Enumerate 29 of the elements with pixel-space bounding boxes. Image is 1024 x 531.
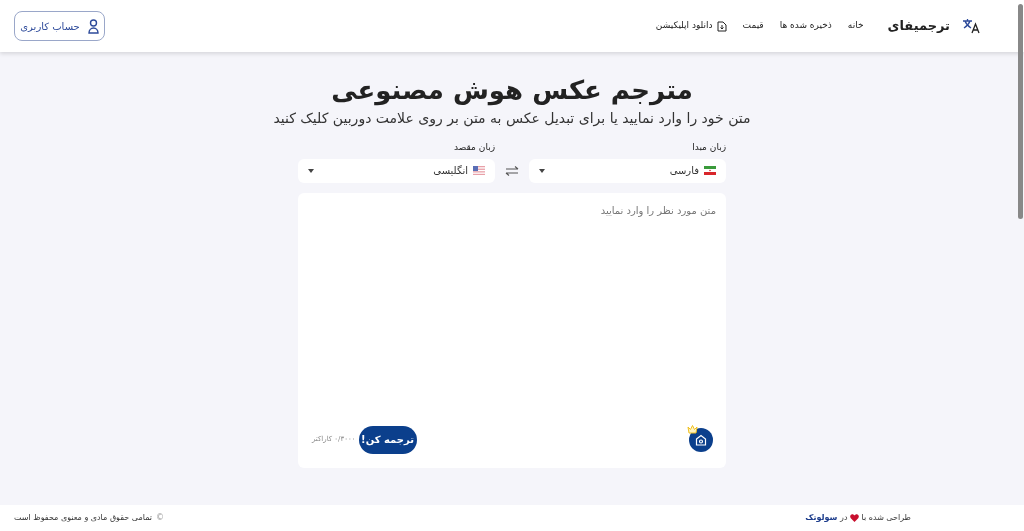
dropdown-caret-icon <box>308 168 314 173</box>
camera-button[interactable] <box>689 427 713 452</box>
company-link[interactable]: سولوتک <box>805 513 838 522</box>
language-select[interactable]: انگلیسی <box>298 158 495 183</box>
nav-link[interactable]: ذخیره شده ها <box>779 19 832 33</box>
download-app-link[interactable]: دانلود اپلیکیشن <box>655 19 727 33</box>
translate-button[interactable]: ترجمه کن! <box>358 425 417 454</box>
language-label: زبان مبدا <box>691 141 726 154</box>
brand-name[interactable]: ترجمیفای <box>887 16 950 36</box>
download-icon <box>716 20 727 32</box>
translate-icon <box>962 18 980 34</box>
iran-flag-icon <box>704 166 716 175</box>
copyright-text: تمامی حقوق مادی و معنوی محفوظ است <box>14 512 152 524</box>
scrollbar[interactable] <box>1018 4 1023 219</box>
account-button[interactable]: حساب کاربری <box>14 11 105 41</box>
language-select[interactable]: فارسی <box>529 158 726 183</box>
page-title: مترجم عکس هوش مصنوعی <box>331 74 693 106</box>
copyright-icon: © <box>156 512 164 524</box>
heart-icon <box>850 513 859 522</box>
page-subtitle: متن خود را وارد نمایید یا برای تبدیل عکس به متن بر روی علامت دوربین کلیک کنید <box>273 109 751 129</box>
footer-credit: طراحی شده با در سولوتک <box>805 512 911 524</box>
nav-link[interactable]: قیمت <box>742 19 764 33</box>
nav-link[interactable]: خانه <box>847 19 864 33</box>
crown-icon <box>687 423 698 434</box>
us-flag-icon <box>473 166 485 175</box>
user-icon <box>87 18 99 34</box>
swap-icon[interactable] <box>505 165 519 176</box>
dropdown-caret-icon <box>539 168 545 173</box>
language-label: زبان مقصد <box>453 141 495 154</box>
